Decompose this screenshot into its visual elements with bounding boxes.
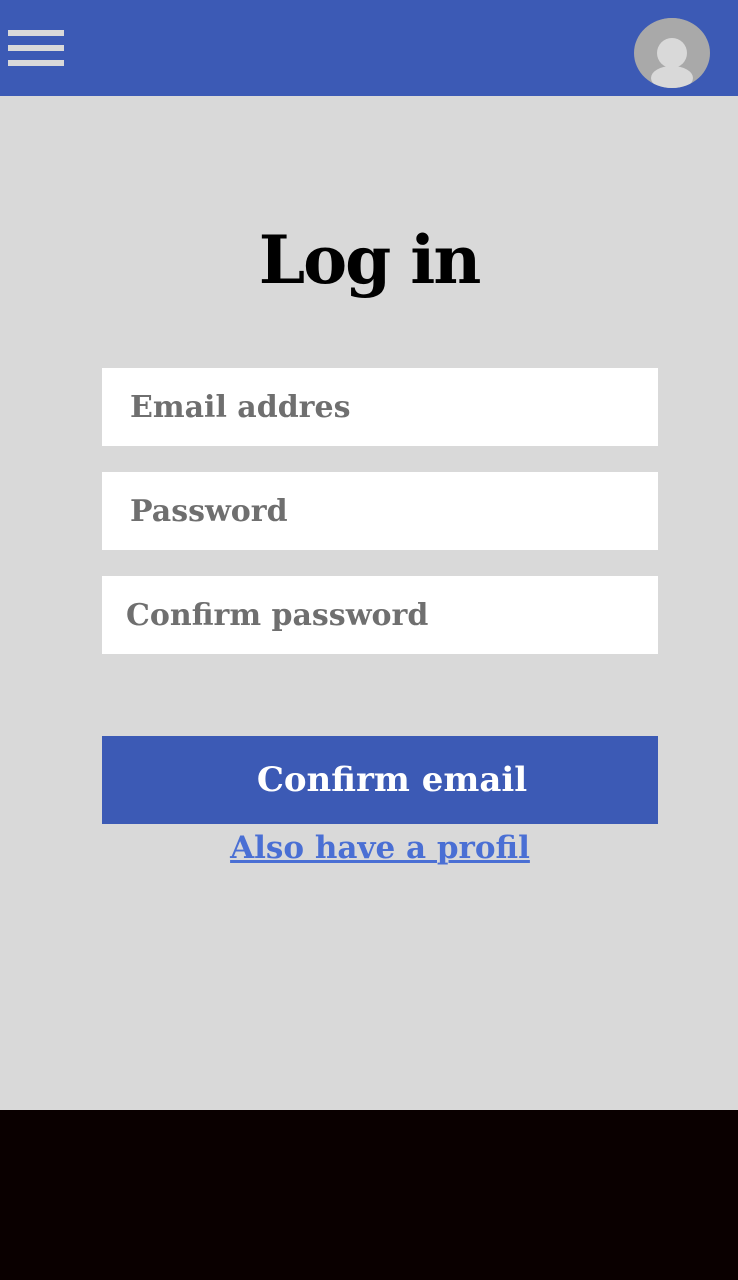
hamburger-menu-icon[interactable]: [8, 30, 64, 66]
password-field[interactable]: [102, 472, 658, 550]
top-bar: [0, 0, 738, 96]
existing-profile-link[interactable]: Also have a profil: [0, 826, 738, 870]
confirm-email-button[interactable]: Confirm email: [102, 736, 658, 824]
page-title: Log in: [258, 221, 482, 299]
page: Log in Confirm email Also have a profil: [0, 0, 738, 1280]
bottom-bar: [0, 1110, 738, 1280]
confirm-password-field[interactable]: [102, 576, 658, 654]
email-field[interactable]: [102, 368, 658, 446]
user-avatar-icon[interactable]: [634, 18, 710, 88]
